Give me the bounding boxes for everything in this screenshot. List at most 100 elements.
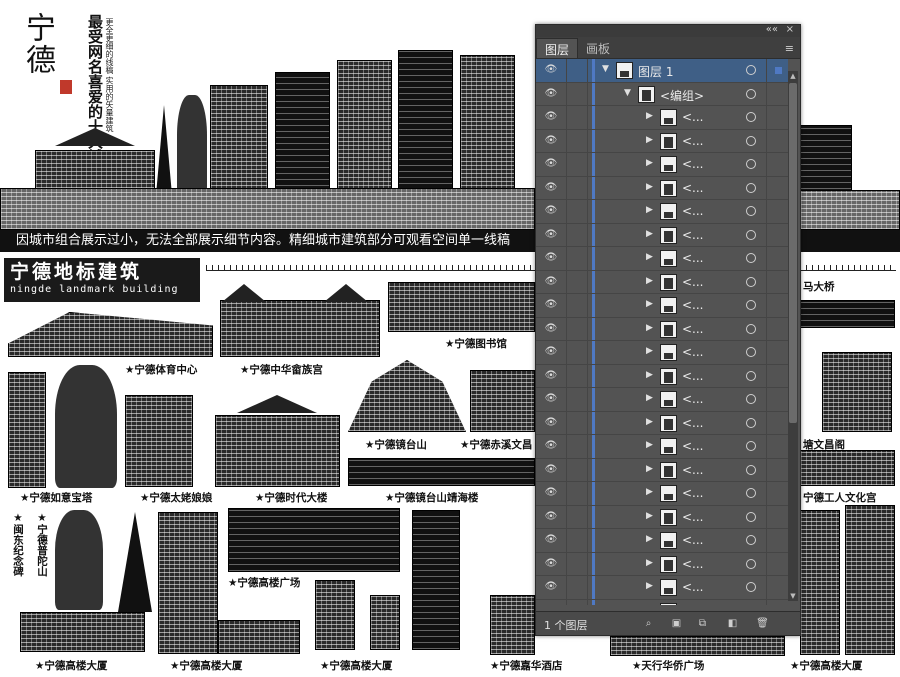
target-circle-icon[interactable] [746,347,756,357]
locate-object-icon[interactable]: ⌕ [642,617,655,630]
layer-row[interactable]: 👁 ▶ <... [536,458,788,482]
target-circle-icon[interactable] [746,276,756,287]
layer-name[interactable]: <... [682,486,704,500]
layer-row[interactable]: 👁 ▶ <... [536,411,788,435]
lock-toggle[interactable] [566,458,588,481]
lock-toggle[interactable] [566,505,588,528]
layer-row[interactable]: 👁 ▼ <编组> [536,82,788,106]
expand-arrow-down-icon[interactable]: ▼ [602,64,609,74]
panel-menu-icon[interactable]: ≡ [785,42,794,55]
lock-toggle[interactable] [566,364,588,387]
lock-toggle[interactable] [566,82,588,105]
visibility-eye-icon[interactable]: 👁 [544,206,558,216]
lock-toggle[interactable] [566,106,588,129]
selection-column[interactable] [766,59,788,82]
target-circle-icon[interactable] [746,464,756,475]
target-circle-icon[interactable] [746,370,756,381]
visibility-eye-icon[interactable]: 👁 [544,182,558,193]
target-circle-icon[interactable] [746,253,756,263]
selection-column[interactable] [766,200,788,223]
layer-row[interactable]: 👁 ▶ <... [536,364,788,388]
layer-row[interactable]: 👁 ▼ 图层 1 [536,59,788,83]
target-circle-icon[interactable] [746,323,756,334]
expand-arrow-right-icon[interactable]: ▶ [646,229,653,239]
lock-toggle[interactable] [566,59,588,82]
layer-name[interactable]: <... [682,392,704,406]
layer-name[interactable]: <... [682,110,704,124]
target-circle-icon[interactable] [746,206,756,216]
visibility-eye-icon[interactable]: 👁 [544,276,558,287]
selection-column[interactable] [766,482,788,505]
lock-toggle[interactable] [566,270,588,293]
layer-row[interactable]: 👁 ▶ <... [536,176,788,200]
scrollbar-thumb[interactable] [789,83,797,423]
visibility-eye-icon[interactable]: 👁 [544,511,558,522]
visibility-eye-icon[interactable]: 👁 [544,159,558,169]
layer-name[interactable]: <... [682,251,704,265]
selection-column[interactable] [766,411,788,434]
visibility-eye-icon[interactable]: 👁 [544,558,558,569]
target-circle-icon[interactable] [746,300,756,310]
visibility-eye-icon[interactable]: 👁 [544,464,558,475]
target-circle-icon[interactable] [746,488,756,498]
delete-layer-icon[interactable]: 🗑 [756,617,769,630]
expand-arrow-right-icon[interactable]: ▶ [646,323,653,333]
layer-row[interactable]: 👁 ▶ <... [536,200,788,224]
target-circle-icon[interactable] [746,582,756,592]
expand-arrow-right-icon[interactable]: ▶ [646,511,653,521]
lock-toggle[interactable] [566,576,588,599]
new-layer-icon[interactable]: ◧ [726,617,739,630]
new-sublayer-icon[interactable]: ⧉ [696,617,709,630]
visibility-eye-icon[interactable]: 👁 [544,323,558,334]
target-circle-icon[interactable] [746,511,756,522]
panel-title-bar[interactable]: «« × [536,24,800,37]
scroll-up-icon[interactable]: ▲ [788,71,798,81]
layer-row[interactable]: 👁 ▶ <... [536,482,788,506]
target-circle-icon[interactable] [746,229,756,240]
layer-row[interactable]: 👁 ▶ <... [536,153,788,177]
lock-toggle[interactable] [566,599,588,605]
expand-arrow-right-icon[interactable]: ▶ [646,581,653,591]
close-panel-icon[interactable]: × [786,24,794,35]
lock-toggle[interactable] [566,411,588,434]
selection-column[interactable] [766,176,788,199]
layer-name[interactable]: <... [682,298,704,312]
layer-row[interactable]: 👁 ▶ <... [536,435,788,459]
selection-column[interactable] [766,388,788,411]
visibility-eye-icon[interactable]: 👁 [544,347,558,357]
target-circle-icon[interactable] [746,182,756,193]
lock-toggle[interactable] [566,317,588,340]
selection-column[interactable] [766,153,788,176]
visibility-eye-icon[interactable]: 👁 [544,370,558,381]
visibility-eye-icon[interactable]: 👁 [544,441,558,451]
clipping-mask-icon[interactable]: ▣ [670,617,683,630]
lock-toggle[interactable] [566,223,588,246]
lock-toggle[interactable] [566,247,588,270]
layer-row[interactable]: 👁 ▶ <... [536,294,788,318]
lock-toggle[interactable] [566,529,588,552]
target-circle-icon[interactable] [746,112,756,122]
lock-toggle[interactable] [566,435,588,458]
target-circle-icon[interactable] [746,417,756,428]
visibility-eye-icon[interactable]: 👁 [544,582,558,592]
lock-toggle[interactable] [566,341,588,364]
layer-name[interactable]: <... [682,181,704,195]
layer-row[interactable]: 👁 ▶ <... [536,106,788,130]
layer-name[interactable]: <... [682,204,704,218]
layer-row[interactable]: 👁 ▶ <... [536,247,788,271]
layer-name[interactable]: <... [682,604,704,606]
expand-arrow-right-icon[interactable]: ▶ [646,370,653,380]
layer-name[interactable]: <... [682,369,704,383]
layer-row[interactable]: 👁 ▶ <... [536,317,788,341]
selection-column[interactable] [766,247,788,270]
selection-column[interactable] [766,576,788,599]
expand-arrow-right-icon[interactable]: ▶ [646,205,653,215]
visibility-eye-icon[interactable]: 👁 [544,112,558,122]
visibility-eye-icon[interactable]: 👁 [544,535,558,545]
target-circle-icon[interactable] [746,65,756,75]
target-circle-icon[interactable] [746,394,756,404]
layer-name[interactable]: <... [682,345,704,359]
expand-arrow-right-icon[interactable]: ▶ [646,111,653,121]
selection-column[interactable] [766,552,788,575]
expand-arrow-right-icon[interactable]: ▶ [646,182,653,192]
